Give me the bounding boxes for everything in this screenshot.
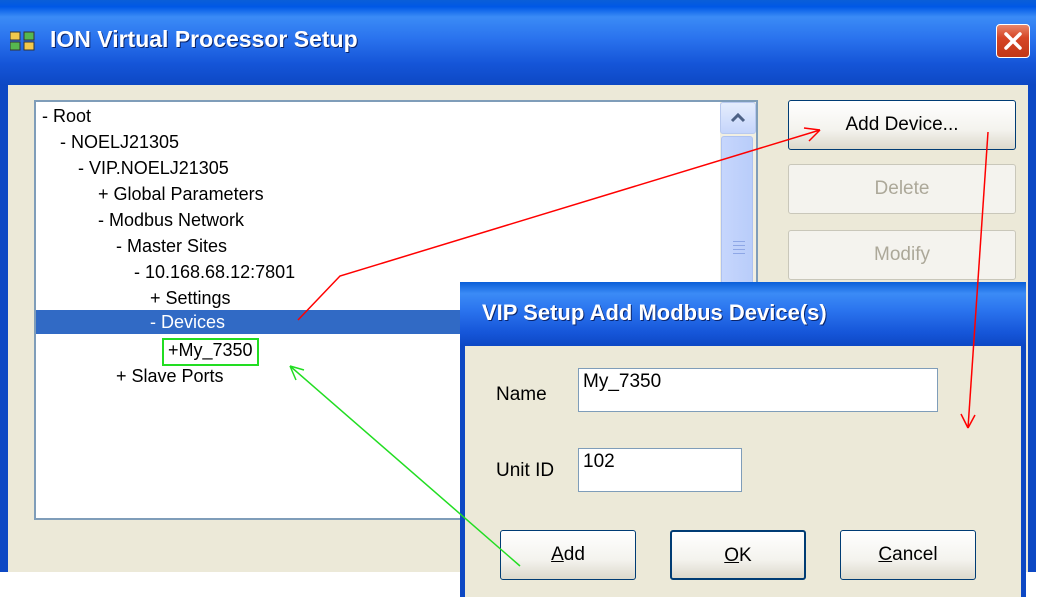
tree-item-root[interactable]: - Root xyxy=(42,104,91,128)
add-button-accel: A xyxy=(551,544,564,565)
tree-item-vip[interactable]: - VIP.NOELJ21305 xyxy=(78,156,229,180)
add-device-button[interactable]: Add Device... xyxy=(788,100,1016,150)
window-title: ION Virtual Processor Setup xyxy=(50,26,358,52)
name-field[interactable]: My_7350 xyxy=(578,368,938,412)
cancel-button-rest: ancel xyxy=(892,544,938,565)
scroll-grip-line xyxy=(733,241,745,242)
dialog-border-left xyxy=(460,346,465,597)
modify-button[interactable]: Modify xyxy=(788,230,1016,280)
add-modbus-device-dialog: VIP Setup Add Modbus Device(s) Name My_7… xyxy=(460,282,1026,597)
tree-item-slave-ports[interactable]: + Slave Ports xyxy=(116,364,224,388)
ok-button-rest: K xyxy=(739,545,752,566)
chevron-up-icon xyxy=(730,112,746,123)
ok-button[interactable]: OK xyxy=(670,530,806,580)
scroll-grip-line xyxy=(733,245,745,246)
name-label: Name xyxy=(496,384,547,405)
tree-item-ip-site[interactable]: - 10.168.68.12:7801 xyxy=(134,260,295,284)
dialog-title-bar: VIP Setup Add Modbus Device(s) xyxy=(460,282,1026,346)
add-button-rest: dd xyxy=(563,544,585,565)
tree-item-noelj21305[interactable]: - NOELJ21305 xyxy=(60,130,179,154)
unit-id-label: Unit ID xyxy=(496,460,555,481)
app-icon xyxy=(9,30,36,52)
cancel-button[interactable]: Cancel xyxy=(840,530,976,580)
scroll-grip-line xyxy=(733,249,745,250)
delete-button[interactable]: Delete xyxy=(788,164,1016,214)
add-button[interactable]: Add xyxy=(500,530,636,580)
window-border-left xyxy=(0,85,8,572)
ok-button-accel: O xyxy=(724,545,740,566)
close-button[interactable] xyxy=(996,24,1030,58)
tree-item-settings[interactable]: + Settings xyxy=(150,286,231,310)
unit-id-field[interactable]: 102 xyxy=(578,448,742,492)
title-bar: ION Virtual Processor Setup xyxy=(0,0,1036,85)
dialog-title: VIP Setup Add Modbus Device(s) xyxy=(482,300,827,325)
tree-item-global-parameters[interactable]: + Global Parameters xyxy=(98,182,264,206)
cancel-button-accel: C xyxy=(878,544,893,565)
scroll-grip-line xyxy=(733,253,745,254)
tree-item-master-sites[interactable]: - Master Sites xyxy=(116,234,227,258)
scroll-up-button[interactable] xyxy=(720,102,756,134)
close-icon xyxy=(1004,32,1022,50)
tree-item-modbus-network[interactable]: - Modbus Network xyxy=(98,208,244,232)
tree-item-my-7350[interactable]: +My_7350 xyxy=(162,338,259,366)
window-border-right xyxy=(1028,85,1036,572)
dialog-border-right xyxy=(1021,346,1026,597)
